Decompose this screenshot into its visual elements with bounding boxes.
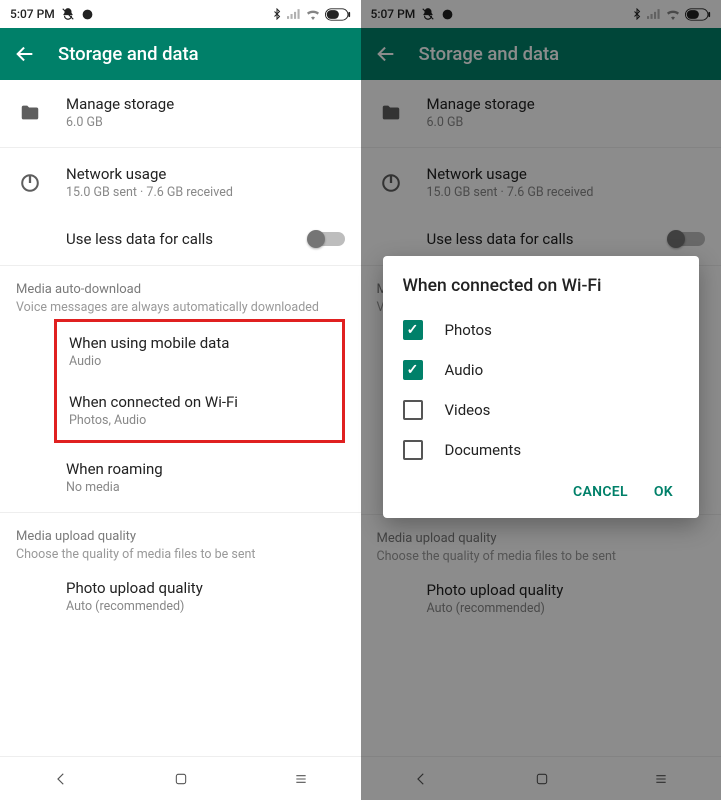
manage-storage-subtitle: 6.0 GB xyxy=(427,115,535,130)
row-manage-storage[interactable]: Manage storage 6.0 GB xyxy=(361,80,721,145)
wifi-icon xyxy=(665,8,681,20)
network-usage-title: Network usage xyxy=(427,165,594,183)
photo-quality-title: Photo upload quality xyxy=(66,579,203,597)
row-manage-storage[interactable]: Manage storage 6.0 GB xyxy=(0,80,361,145)
option-photos[interactable]: Photos xyxy=(403,310,680,350)
folder-icon xyxy=(377,102,405,124)
checkbox-videos[interactable] xyxy=(403,400,423,420)
divider xyxy=(0,265,361,266)
back-icon[interactable] xyxy=(375,43,397,65)
option-label: Documents xyxy=(445,441,522,459)
wifi-dialog: When connected on Wi-Fi Photos Audio Vid… xyxy=(383,256,700,518)
dnd-icon xyxy=(421,7,435,21)
cancel-button[interactable]: CANCEL xyxy=(573,484,628,500)
photo-quality-subtitle: Auto (recommended) xyxy=(66,599,203,614)
section-hint: Choose the quality of media files to be … xyxy=(16,547,345,562)
wifi-subtitle: Photos, Audio xyxy=(69,413,238,428)
network-usage-subtitle: 15.0 GB sent · 7.6 GB received xyxy=(66,185,233,200)
row-photo-quality[interactable]: Photo upload quality Auto (recommended) xyxy=(0,564,361,629)
section-label: Media upload quality xyxy=(377,531,706,546)
nav-recents-icon[interactable] xyxy=(293,771,309,787)
status-bar: 5:07 PM xyxy=(361,0,721,28)
back-icon[interactable] xyxy=(14,43,36,65)
section-auto-download: Media auto-download Voice messages are a… xyxy=(0,268,361,317)
content: Manage storage 6.0 GB Network usage 15.0… xyxy=(0,80,361,756)
page-title: Storage and data xyxy=(58,43,199,65)
highlight-box: When using mobile data Audio When connec… xyxy=(54,319,345,443)
row-network-usage[interactable]: Network usage 15.0 GB sent · 7.6 GB rece… xyxy=(361,150,721,215)
roaming-title: When roaming xyxy=(66,460,163,478)
screen-left: 5:07 PM Storage and data Manage storage … xyxy=(0,0,361,800)
photo-quality-title: Photo upload quality xyxy=(427,581,564,599)
manage-storage-subtitle: 6.0 GB xyxy=(66,115,174,130)
divider xyxy=(361,147,721,148)
dialog-title: When connected on Wi-Fi xyxy=(403,276,680,296)
misc-icon xyxy=(441,8,454,21)
nav-home-icon[interactable] xyxy=(173,771,189,787)
nav-bar xyxy=(361,756,721,800)
row-wifi[interactable]: When connected on Wi-Fi Photos, Audio xyxy=(57,381,342,440)
divider xyxy=(0,147,361,148)
less-data-title: Use less data for calls xyxy=(427,230,574,248)
mobile-data-title: When using mobile data xyxy=(69,334,229,352)
network-usage-subtitle: 15.0 GB sent · 7.6 GB received xyxy=(427,185,594,200)
ok-button[interactable]: OK xyxy=(654,484,673,500)
wifi-icon xyxy=(305,8,321,20)
row-network-usage[interactable]: Network usage 15.0 GB sent · 7.6 GB rece… xyxy=(0,150,361,215)
checkbox-audio[interactable] xyxy=(403,360,423,380)
option-videos[interactable]: Videos xyxy=(403,390,680,430)
roaming-subtitle: No media xyxy=(66,480,163,495)
row-photo-quality[interactable]: Photo upload quality Auto (recommended) xyxy=(361,566,721,631)
section-upload-quality: Media upload quality Choose the quality … xyxy=(361,517,721,566)
battery-icon xyxy=(325,8,351,21)
checkbox-documents[interactable] xyxy=(403,440,423,460)
signal-icon xyxy=(287,8,301,20)
less-data-toggle[interactable] xyxy=(309,232,345,246)
section-label: Media auto-download xyxy=(16,282,345,297)
section-hint: Choose the quality of media files to be … xyxy=(377,549,706,564)
battery-icon xyxy=(685,8,711,21)
section-label: Media upload quality xyxy=(16,529,345,544)
misc-icon xyxy=(81,8,94,21)
status-time: 5:07 PM xyxy=(371,7,416,21)
checkbox-photos[interactable] xyxy=(403,320,423,340)
data-usage-icon xyxy=(377,172,405,194)
section-hint: Voice messages are always automatically … xyxy=(16,300,345,315)
status-bar: 5:07 PM xyxy=(0,0,361,28)
row-mobile-data[interactable]: When using mobile data Audio xyxy=(57,322,342,381)
bluetooth-icon xyxy=(631,8,643,20)
header: Storage and data xyxy=(0,28,361,80)
manage-storage-title: Manage storage xyxy=(427,95,535,113)
option-audio[interactable]: Audio xyxy=(403,350,680,390)
folder-icon xyxy=(16,102,44,124)
signal-icon xyxy=(647,8,661,20)
nav-bar xyxy=(0,756,361,800)
row-roaming[interactable]: When roaming No media xyxy=(0,445,361,510)
nav-back-icon[interactable] xyxy=(52,770,70,788)
header: Storage and data xyxy=(361,28,721,80)
nav-home-icon[interactable] xyxy=(534,771,550,787)
less-data-title: Use less data for calls xyxy=(66,230,213,248)
screen-right: 5:07 PM Storage and data Manage storage … xyxy=(361,0,721,800)
less-data-toggle[interactable] xyxy=(669,232,705,246)
mobile-data-subtitle: Audio xyxy=(69,354,229,369)
data-usage-icon xyxy=(16,172,44,194)
nav-recents-icon[interactable] xyxy=(653,771,669,787)
option-label: Photos xyxy=(445,321,492,339)
option-documents[interactable]: Documents xyxy=(403,430,680,470)
divider xyxy=(0,512,361,513)
photo-quality-subtitle: Auto (recommended) xyxy=(427,601,564,616)
bluetooth-icon xyxy=(271,8,283,20)
status-time: 5:07 PM xyxy=(10,7,55,21)
network-usage-title: Network usage xyxy=(66,165,233,183)
page-title: Storage and data xyxy=(419,43,560,65)
option-label: Audio xyxy=(445,361,484,379)
nav-back-icon[interactable] xyxy=(412,770,430,788)
wifi-title: When connected on Wi-Fi xyxy=(69,393,238,411)
option-label: Videos xyxy=(445,401,491,419)
dnd-icon xyxy=(61,7,75,21)
section-upload-quality: Media upload quality Choose the quality … xyxy=(0,515,361,564)
manage-storage-title: Manage storage xyxy=(66,95,174,113)
row-less-data[interactable]: Use less data for calls xyxy=(0,215,361,263)
